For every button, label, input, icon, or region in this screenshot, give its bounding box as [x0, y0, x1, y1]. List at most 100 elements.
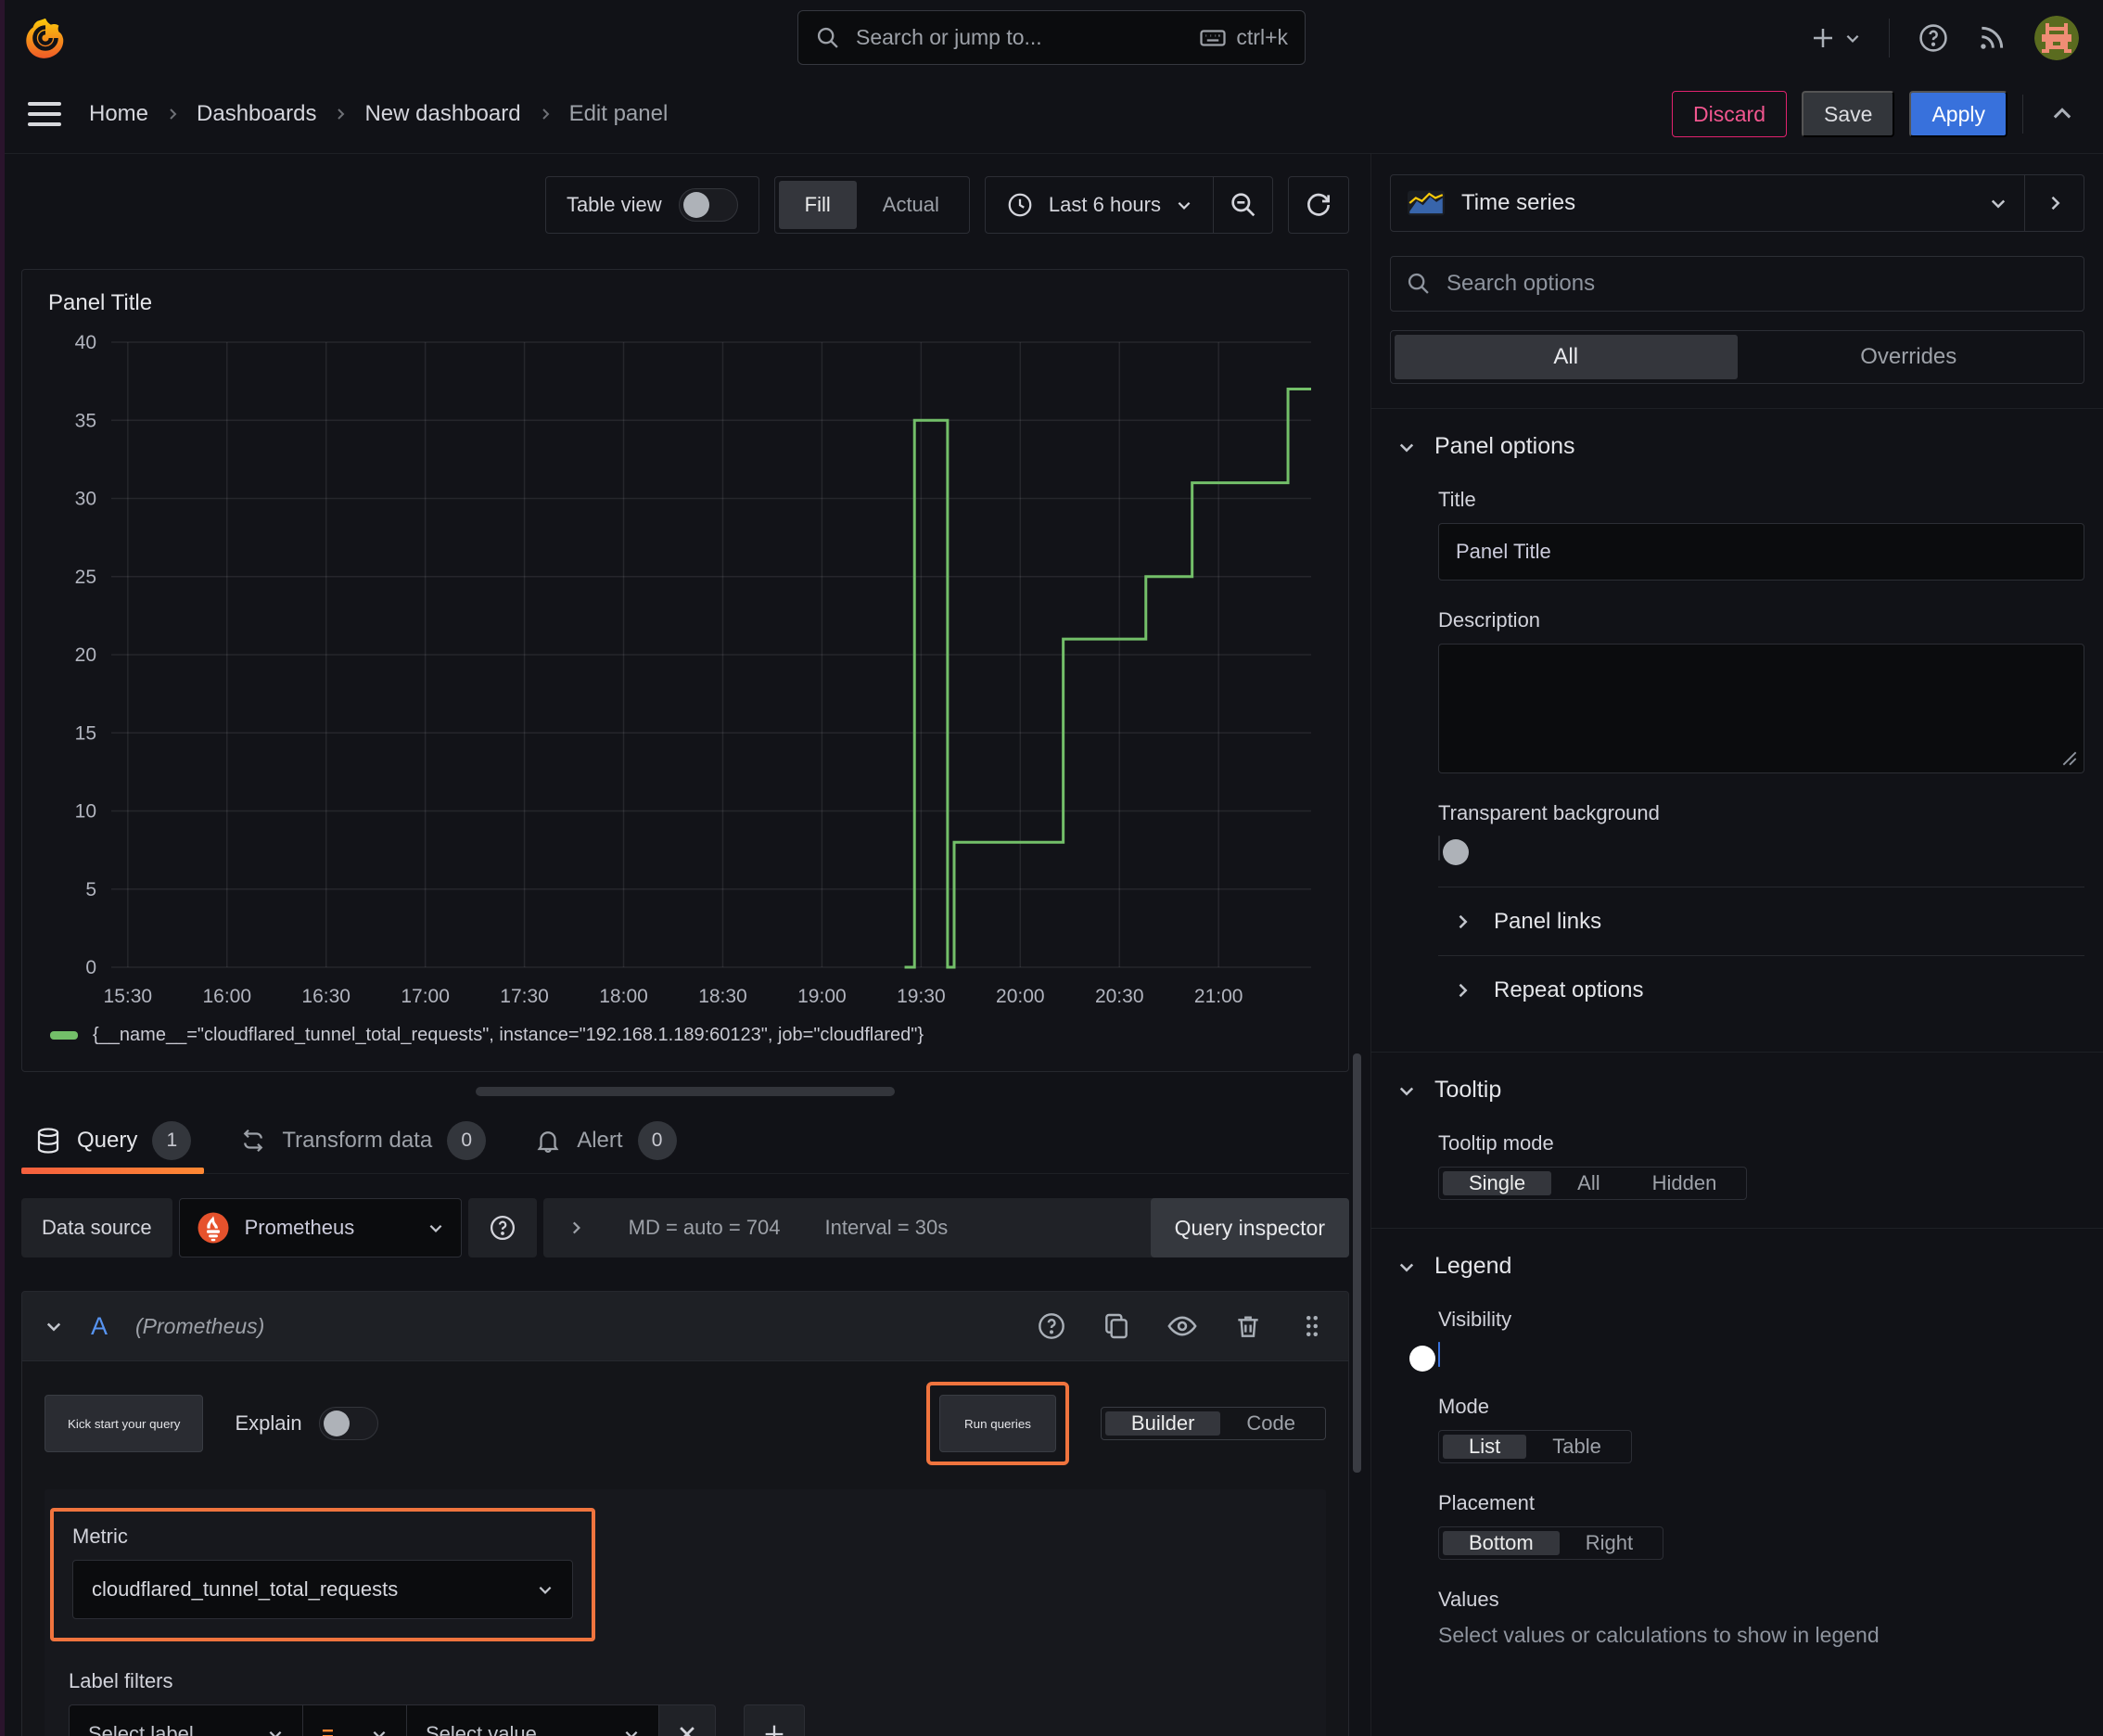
datasource-help-button[interactable]: [467, 1198, 537, 1257]
explain-toggle[interactable]: [318, 1407, 378, 1440]
legend-values-description: Select values or calculations to show in…: [1438, 1623, 1880, 1647]
panel-options-header[interactable]: Panel options: [1390, 433, 2084, 460]
tooltip-single-option[interactable]: Single: [1443, 1171, 1552, 1195]
timeseries-chart[interactable]: 0 5 10 15 20 25 30 35 40 15:30 16:00 16:30 17:00 17:3…: [39, 329, 1319, 1017]
legend-series-label[interactable]: {__name__="cloudflared_tunnel_total_requ…: [93, 1025, 924, 1046]
select-value-dropdown[interactable]: Select value: [406, 1704, 658, 1736]
user-avatar[interactable]: [2034, 15, 2079, 60]
operator-dropdown[interactable]: =: [302, 1704, 406, 1736]
chevron-right-icon: [1459, 914, 1468, 928]
tab-query[interactable]: Query 1: [20, 1107, 205, 1174]
panel-title-input[interactable]: Panel Title: [1438, 523, 2084, 581]
global-search-input[interactable]: Search or jump to... ctrl+k: [797, 10, 1306, 65]
time-range-picker[interactable]: Last 6 hours: [986, 177, 1213, 233]
collapse-options-button[interactable]: [2049, 101, 2075, 127]
kick-start-button[interactable]: Kick start your query: [45, 1395, 204, 1452]
delete-query-button[interactable]: [1233, 1311, 1263, 1341]
breadcrumb-bar: Home Dashboards New dashboard Edit panel…: [0, 75, 2103, 154]
save-button[interactable]: Save: [1802, 91, 1895, 137]
panel-links-section[interactable]: Panel links: [1438, 887, 2084, 955]
table-view-toggle[interactable]: [678, 188, 738, 222]
panel-title[interactable]: Panel Title: [39, 283, 1332, 329]
query-row-header[interactable]: A (Prometheus): [21, 1291, 1349, 1361]
help-button[interactable]: [1918, 22, 1949, 54]
options-search-input[interactable]: Search options: [1390, 256, 2084, 312]
plus-icon: [1814, 28, 1832, 47]
search-icon: [815, 25, 841, 51]
remove-filter-button[interactable]: [658, 1704, 716, 1736]
tab-all[interactable]: All: [1395, 335, 1738, 379]
legend-list-option[interactable]: List: [1443, 1435, 1527, 1459]
svg-text:20: 20: [75, 645, 96, 666]
breadcrumb-home[interactable]: Home: [89, 101, 148, 127]
chevron-down-icon: [1399, 443, 1414, 453]
discard-button[interactable]: Discard: [1672, 91, 1788, 137]
time-range-label: Last 6 hours: [1048, 193, 1161, 216]
main-scrollbar[interactable]: [1353, 1053, 1361, 1473]
tab-alert[interactable]: Alert 0: [534, 1107, 677, 1173]
tooltip-hidden-option[interactable]: Hidden: [1626, 1171, 1743, 1195]
trash-icon: [1238, 1316, 1258, 1337]
svg-text:17:30: 17:30: [500, 986, 549, 1007]
breadcrumb-new-dashboard[interactable]: New dashboard: [364, 101, 520, 127]
bell-icon: [537, 1130, 559, 1153]
actual-option[interactable]: Actual: [857, 181, 965, 229]
chevron-right-icon: [338, 108, 345, 120]
code-option[interactable]: Code: [1220, 1411, 1321, 1436]
options-search-placeholder: Search options: [1447, 271, 1596, 296]
builder-option[interactable]: Builder: [1104, 1411, 1221, 1436]
chevron-right-icon: [542, 108, 549, 120]
drag-query-handle[interactable]: [1298, 1312, 1326, 1340]
search-shortcut: ctrl+k: [1236, 25, 1288, 49]
tab-transform[interactable]: Transform data 0: [239, 1107, 487, 1173]
label-filters-label: Label filters: [69, 1669, 173, 1692]
legend-swatch[interactable]: [50, 1031, 78, 1040]
repeat-options-section[interactable]: Repeat options: [1438, 955, 2084, 1024]
legend-visibility-toggle[interactable]: [1409, 1342, 1440, 1372]
max-data-points: MD = auto = 704: [628, 1216, 781, 1239]
zoom-out-button[interactable]: [1213, 177, 1272, 233]
table-view-control: Table view: [544, 176, 759, 234]
datasource-name: Prometheus: [244, 1216, 355, 1239]
tooltip-header[interactable]: Tooltip: [1390, 1077, 2084, 1104]
refresh-button[interactable]: [1288, 176, 1349, 234]
transform-icon: [244, 1129, 263, 1152]
svg-text:15: 15: [75, 722, 96, 744]
apply-button[interactable]: Apply: [1909, 91, 2007, 137]
help-circle-icon: [490, 1216, 515, 1240]
placement-bottom-option[interactable]: Bottom: [1443, 1531, 1560, 1555]
fill-option[interactable]: Fill: [778, 181, 857, 229]
legend-header[interactable]: Legend: [1390, 1253, 2084, 1280]
tab-overrides[interactable]: Overrides: [1738, 335, 2081, 379]
transparent-bg-toggle[interactable]: [1438, 836, 1469, 865]
placement-right-option[interactable]: Right: [1560, 1531, 1659, 1555]
section-legend: Legend Visibility Mode List Table Placem…: [1371, 1229, 2103, 1676]
legend-table-option[interactable]: Table: [1526, 1435, 1627, 1459]
legend-placement-label: Placement: [1438, 1491, 1535, 1514]
tooltip-heading: Tooltip: [1434, 1077, 1502, 1103]
menu-toggle-button[interactable]: [28, 102, 61, 126]
grafana-logo-icon[interactable]: [24, 17, 67, 59]
legend-mode-segment: List Table: [1438, 1430, 1632, 1463]
toggle-visibility-button[interactable]: [1166, 1310, 1198, 1342]
metric-select[interactable]: cloudflared_tunnel_total_requests: [72, 1560, 573, 1619]
tooltip-mode-label: Tooltip mode: [1438, 1131, 1554, 1155]
query-options-row[interactable]: MD = auto = 704 Interval = 30s Query ins…: [542, 1198, 1349, 1257]
duplicate-query-button[interactable]: [1102, 1311, 1131, 1341]
run-queries-button[interactable]: Run queries: [939, 1395, 1056, 1452]
query-inspector-button[interactable]: Query inspector: [1150, 1198, 1349, 1257]
new-menu-button[interactable]: [1809, 24, 1861, 52]
tooltip-all-option[interactable]: All: [1551, 1171, 1625, 1195]
svg-text:20:00: 20:00: [996, 986, 1045, 1007]
news-rss-button[interactable]: [1977, 23, 2007, 53]
description-textarea[interactable]: [1438, 644, 2084, 773]
alert-count-badge: 0: [637, 1120, 677, 1160]
breadcrumb-dashboards[interactable]: Dashboards: [197, 101, 316, 127]
query-help-button[interactable]: [1037, 1311, 1066, 1341]
viz-suggestions-button[interactable]: [2024, 175, 2084, 231]
visualization-picker[interactable]: Time series: [1390, 174, 2084, 232]
add-filter-button[interactable]: [744, 1704, 805, 1736]
select-label-dropdown[interactable]: Select label: [69, 1704, 302, 1736]
datasource-picker[interactable]: Prometheus: [178, 1198, 462, 1257]
panel-resize-handle[interactable]: [476, 1087, 895, 1096]
